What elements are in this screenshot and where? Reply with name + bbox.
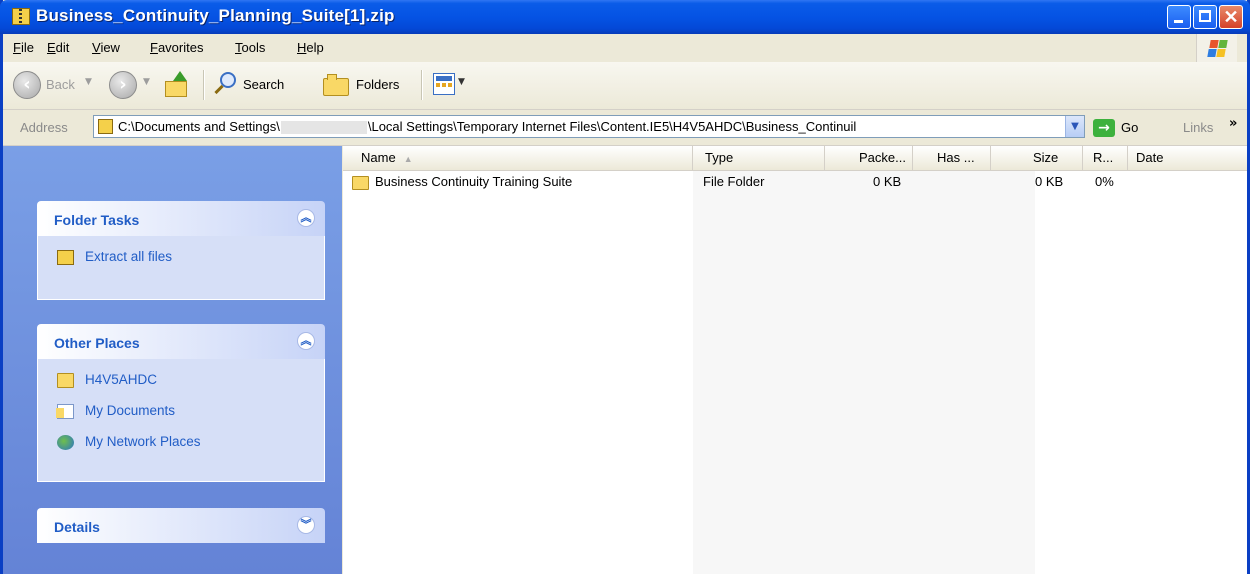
address-label: Address — [20, 120, 68, 135]
column-name[interactable]: Name ▲ — [343, 146, 693, 170]
extract-all-files-link[interactable]: Extract all files — [38, 242, 324, 273]
standard-toolbar: ‹ Back ▼ › ▼ Search Folders ▼ — [3, 62, 1247, 110]
folders-icon[interactable] — [323, 74, 351, 96]
cell-packed: 0 KB — [873, 174, 902, 189]
zip-folder-icon — [98, 119, 113, 134]
address-input[interactable]: C:\Documents and Settings\ \Local Setting… — [93, 115, 1085, 138]
menu-file[interactable]: File — [13, 40, 34, 55]
windows-logo-icon — [1196, 34, 1237, 62]
close-button[interactable]: ✕ — [1219, 5, 1243, 29]
task-pane: Folder Tasks ︽ Extract all files Other P… — [3, 146, 342, 574]
toolbar-separator — [203, 70, 205, 100]
close-icon: ✕ — [1223, 7, 1239, 27]
up-folder-icon[interactable] — [163, 71, 189, 99]
place-label: H4V5AHDC — [85, 372, 158, 387]
back-button[interactable]: Back — [46, 77, 75, 92]
maximize-button[interactable] — [1193, 5, 1217, 29]
file-list-view[interactable]: Name ▲ Type Packe... Has ... Size R... Da… — [343, 146, 1247, 574]
go-arrow-icon[interactable]: → — [1093, 119, 1115, 137]
column-header-row: Name ▲ Type Packe... Has ... Size R... Da… — [343, 146, 1247, 171]
links-label[interactable]: Links — [1183, 120, 1213, 135]
address-path-start: C:\Documents and Settings\ — [118, 119, 280, 134]
folder-tasks-title: Folder Tasks — [54, 212, 140, 228]
go-button[interactable]: Go — [1121, 120, 1138, 135]
other-places-title: Other Places — [54, 335, 140, 351]
address-path-end: \Local Settings\Temporary Internet Files… — [367, 119, 857, 134]
place-label: My Network Places — [85, 434, 201, 449]
search-button[interactable]: Search — [243, 77, 284, 92]
search-icon[interactable] — [214, 72, 238, 96]
column-has[interactable]: Has ... — [913, 146, 991, 170]
column-size[interactable]: Size — [991, 146, 1083, 170]
other-places-panel: Other Places ︽ H4V5AHDC My Documents My … — [37, 324, 325, 482]
collapse-icon[interactable]: ︽ — [297, 332, 315, 350]
back-dropdown-icon[interactable]: ▼ — [85, 77, 92, 87]
folder-tasks-panel: Folder Tasks ︽ Extract all files — [37, 201, 325, 300]
column-ratio[interactable]: R... — [1083, 146, 1128, 170]
zip-folder-icon — [57, 250, 74, 265]
column-name-label: Name — [361, 150, 396, 165]
explorer-window: Business_Continuity_Planning_Suite[1].zi… — [0, 0, 1250, 574]
other-places-body: H4V5AHDC My Documents My Network Places — [37, 359, 325, 482]
expand-icon[interactable]: ︾ — [297, 516, 315, 534]
folders-button[interactable]: Folders — [356, 77, 399, 92]
back-arrow-icon[interactable]: ‹ — [13, 71, 41, 99]
toolbar-separator — [421, 70, 423, 100]
title-bar[interactable]: Business_Continuity_Planning_Suite[1].zi… — [0, 0, 1250, 34]
redacted-username — [280, 121, 367, 135]
links-chevron-icon[interactable]: » — [1229, 116, 1237, 131]
my-documents-icon — [56, 404, 74, 419]
network-places-icon — [57, 435, 74, 450]
sort-ascending-icon: ▲ — [403, 154, 413, 164]
sorted-column-shading — [693, 146, 1035, 574]
folder-tasks-header[interactable]: Folder Tasks ︽ — [37, 201, 325, 236]
views-dropdown-icon[interactable]: ▼ — [458, 77, 465, 87]
cell-size: 0 KB — [1035, 174, 1064, 189]
place-label: My Documents — [85, 403, 176, 418]
menu-help[interactable]: Help — [297, 40, 324, 55]
window-title: Business_Continuity_Planning_Suite[1].zi… — [36, 6, 395, 25]
menu-tools[interactable]: Tools — [235, 40, 265, 55]
folder-tasks-body: Extract all files — [37, 236, 325, 300]
forward-dropdown-icon[interactable]: ▼ — [143, 77, 150, 87]
address-dropdown-icon[interactable]: ▼ — [1065, 116, 1084, 137]
views-icon[interactable] — [433, 73, 455, 95]
extract-all-files-label: Extract all files — [85, 249, 173, 264]
cell-name: Business Continuity Training Suite — [375, 174, 573, 189]
place-my-network-places[interactable]: My Network Places — [38, 427, 324, 458]
menu-edit[interactable]: Edit — [47, 40, 69, 55]
folder-icon — [57, 373, 74, 388]
folder-icon — [352, 176, 369, 190]
table-row[interactable]: Business Continuity Training Suite File … — [343, 172, 1247, 194]
details-panel: Details ︾ — [37, 508, 325, 543]
menu-view[interactable]: View — [92, 40, 120, 55]
cell-type: File Folder — [703, 174, 765, 189]
menu-bar: File Edit View Favorites Tools Help — [3, 34, 1247, 63]
column-date[interactable]: Date — [1128, 146, 1247, 170]
details-header[interactable]: Details ︾ — [37, 508, 325, 543]
details-title: Details — [54, 519, 100, 535]
menu-favorites[interactable]: Favorites — [150, 40, 203, 55]
forward-arrow-icon[interactable]: › — [109, 71, 137, 99]
minimize-button[interactable] — [1167, 5, 1191, 29]
cell-ratio: 0% — [1095, 174, 1114, 189]
address-bar: Address C:\Documents and Settings\ \Local… — [3, 110, 1247, 146]
other-places-header[interactable]: Other Places ︽ — [37, 324, 325, 359]
zip-folder-icon — [12, 8, 30, 25]
place-h4v5ahdc[interactable]: H4V5AHDC — [38, 365, 324, 396]
collapse-icon[interactable]: ︽ — [297, 209, 315, 227]
place-my-documents[interactable]: My Documents — [38, 396, 324, 427]
address-path: C:\Documents and Settings\ \Local Setting… — [118, 119, 857, 135]
column-packed[interactable]: Packe... — [825, 146, 913, 170]
column-type[interactable]: Type — [693, 146, 825, 170]
